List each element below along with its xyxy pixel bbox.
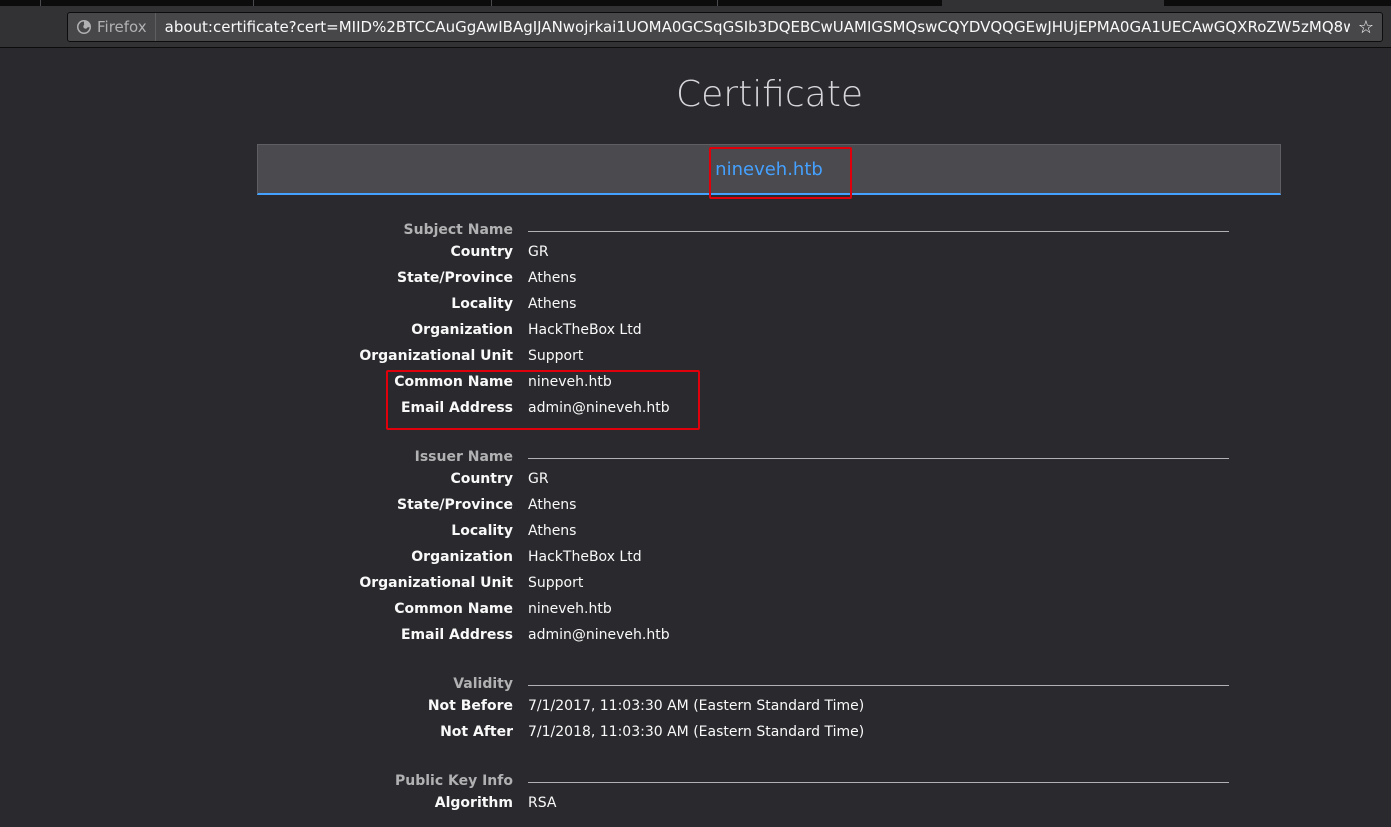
field-label: Organizational Unit bbox=[359, 575, 513, 591]
field-label: Not Before bbox=[427, 698, 513, 714]
section-divider bbox=[528, 458, 1229, 459]
field-value: admin@nineveh.htb bbox=[528, 627, 670, 643]
field-value: Athens bbox=[528, 270, 577, 286]
field-value: 7/1/2017, 11:03:30 AM (Eastern Standard … bbox=[528, 698, 865, 714]
field-value: GR bbox=[528, 244, 549, 260]
field-label: Common Name bbox=[394, 601, 513, 617]
field-row: Country GR bbox=[0, 471, 1391, 493]
field-row: Locality Athens bbox=[0, 523, 1391, 545]
field-value: Athens bbox=[528, 296, 577, 312]
section-heading: Validity bbox=[453, 676, 513, 692]
certificate-tab[interactable]: nineveh.htb bbox=[257, 144, 1281, 195]
field-value: nineveh.htb bbox=[528, 374, 612, 390]
field-label: Email Address bbox=[400, 627, 513, 643]
field-row: Algorithm RSA bbox=[0, 795, 1391, 817]
identity-label: Firefox bbox=[97, 18, 147, 36]
field-row: Email Address admin@nineveh.htb bbox=[0, 400, 1391, 422]
section-heading: Subject Name bbox=[403, 222, 513, 238]
field-row: State/Province Athens bbox=[0, 497, 1391, 519]
certificate-tab-label: nineveh.htb bbox=[715, 158, 823, 180]
field-row: Locality Athens bbox=[0, 296, 1391, 318]
field-row: Organization HackTheBox Ltd bbox=[0, 322, 1391, 344]
identity-box[interactable]: Firefox bbox=[68, 13, 156, 41]
field-row: Country GR bbox=[0, 244, 1391, 266]
section-divider bbox=[528, 231, 1229, 232]
field-value: admin@nineveh.htb bbox=[528, 400, 670, 416]
field-value: 7/1/2018, 11:03:30 AM (Eastern Standard … bbox=[528, 724, 865, 740]
field-label: State/Province bbox=[397, 270, 513, 286]
section-heading: Public Key Info bbox=[394, 773, 513, 789]
field-row: Organization HackTheBox Ltd bbox=[0, 549, 1391, 571]
url-bar[interactable]: Firefox about:certificate?cert=MIID%2BTC… bbox=[67, 12, 1383, 42]
field-label: Country bbox=[450, 471, 513, 487]
field-value: GR bbox=[528, 471, 549, 487]
section-heading: Issuer Name bbox=[414, 449, 513, 465]
section-divider bbox=[528, 782, 1229, 783]
field-label: Organizational Unit bbox=[359, 348, 513, 364]
field-value: HackTheBox Ltd bbox=[528, 322, 642, 338]
field-row: Not Before 7/1/2017, 11:03:30 AM (Easter… bbox=[0, 698, 1391, 720]
field-value: nineveh.htb bbox=[528, 601, 612, 617]
field-row: Organizational Unit Support bbox=[0, 575, 1391, 597]
field-row: Organizational Unit Support bbox=[0, 348, 1391, 370]
field-label: Organization bbox=[411, 549, 513, 565]
field-label: Locality bbox=[451, 296, 513, 312]
field-value: RSA bbox=[528, 795, 557, 811]
field-label: State/Province bbox=[397, 497, 513, 513]
field-label: Common Name bbox=[394, 374, 513, 390]
field-label: Email Address bbox=[400, 400, 513, 416]
field-label: Algorithm bbox=[434, 795, 513, 811]
field-row: Email Address admin@nineveh.htb bbox=[0, 627, 1391, 649]
field-row: Common Name nineveh.htb bbox=[0, 374, 1391, 396]
field-value: Support bbox=[528, 575, 584, 591]
firefox-icon bbox=[77, 20, 91, 34]
field-label: Country bbox=[450, 244, 513, 260]
page-title: Certificate bbox=[676, 74, 863, 115]
field-value: Support bbox=[528, 348, 584, 364]
field-label: Locality bbox=[451, 523, 513, 539]
field-value: HackTheBox Ltd bbox=[528, 549, 642, 565]
url-text[interactable]: about:certificate?cert=MIID%2BTCCAuGgAwI… bbox=[156, 18, 1350, 36]
field-label: Organization bbox=[411, 322, 513, 338]
field-value: Athens bbox=[528, 523, 577, 539]
field-row: Common Name nineveh.htb bbox=[0, 601, 1391, 623]
section-divider bbox=[528, 685, 1229, 686]
field-value: Athens bbox=[528, 497, 577, 513]
star-icon[interactable]: ☆ bbox=[1350, 17, 1382, 38]
field-label: Not After bbox=[440, 724, 513, 740]
browser-toolbar: Firefox about:certificate?cert=MIID%2BTC… bbox=[0, 6, 1391, 48]
field-row: State/Province Athens bbox=[0, 270, 1391, 292]
field-row: Not After 7/1/2018, 11:03:30 AM (Eastern… bbox=[0, 724, 1391, 746]
